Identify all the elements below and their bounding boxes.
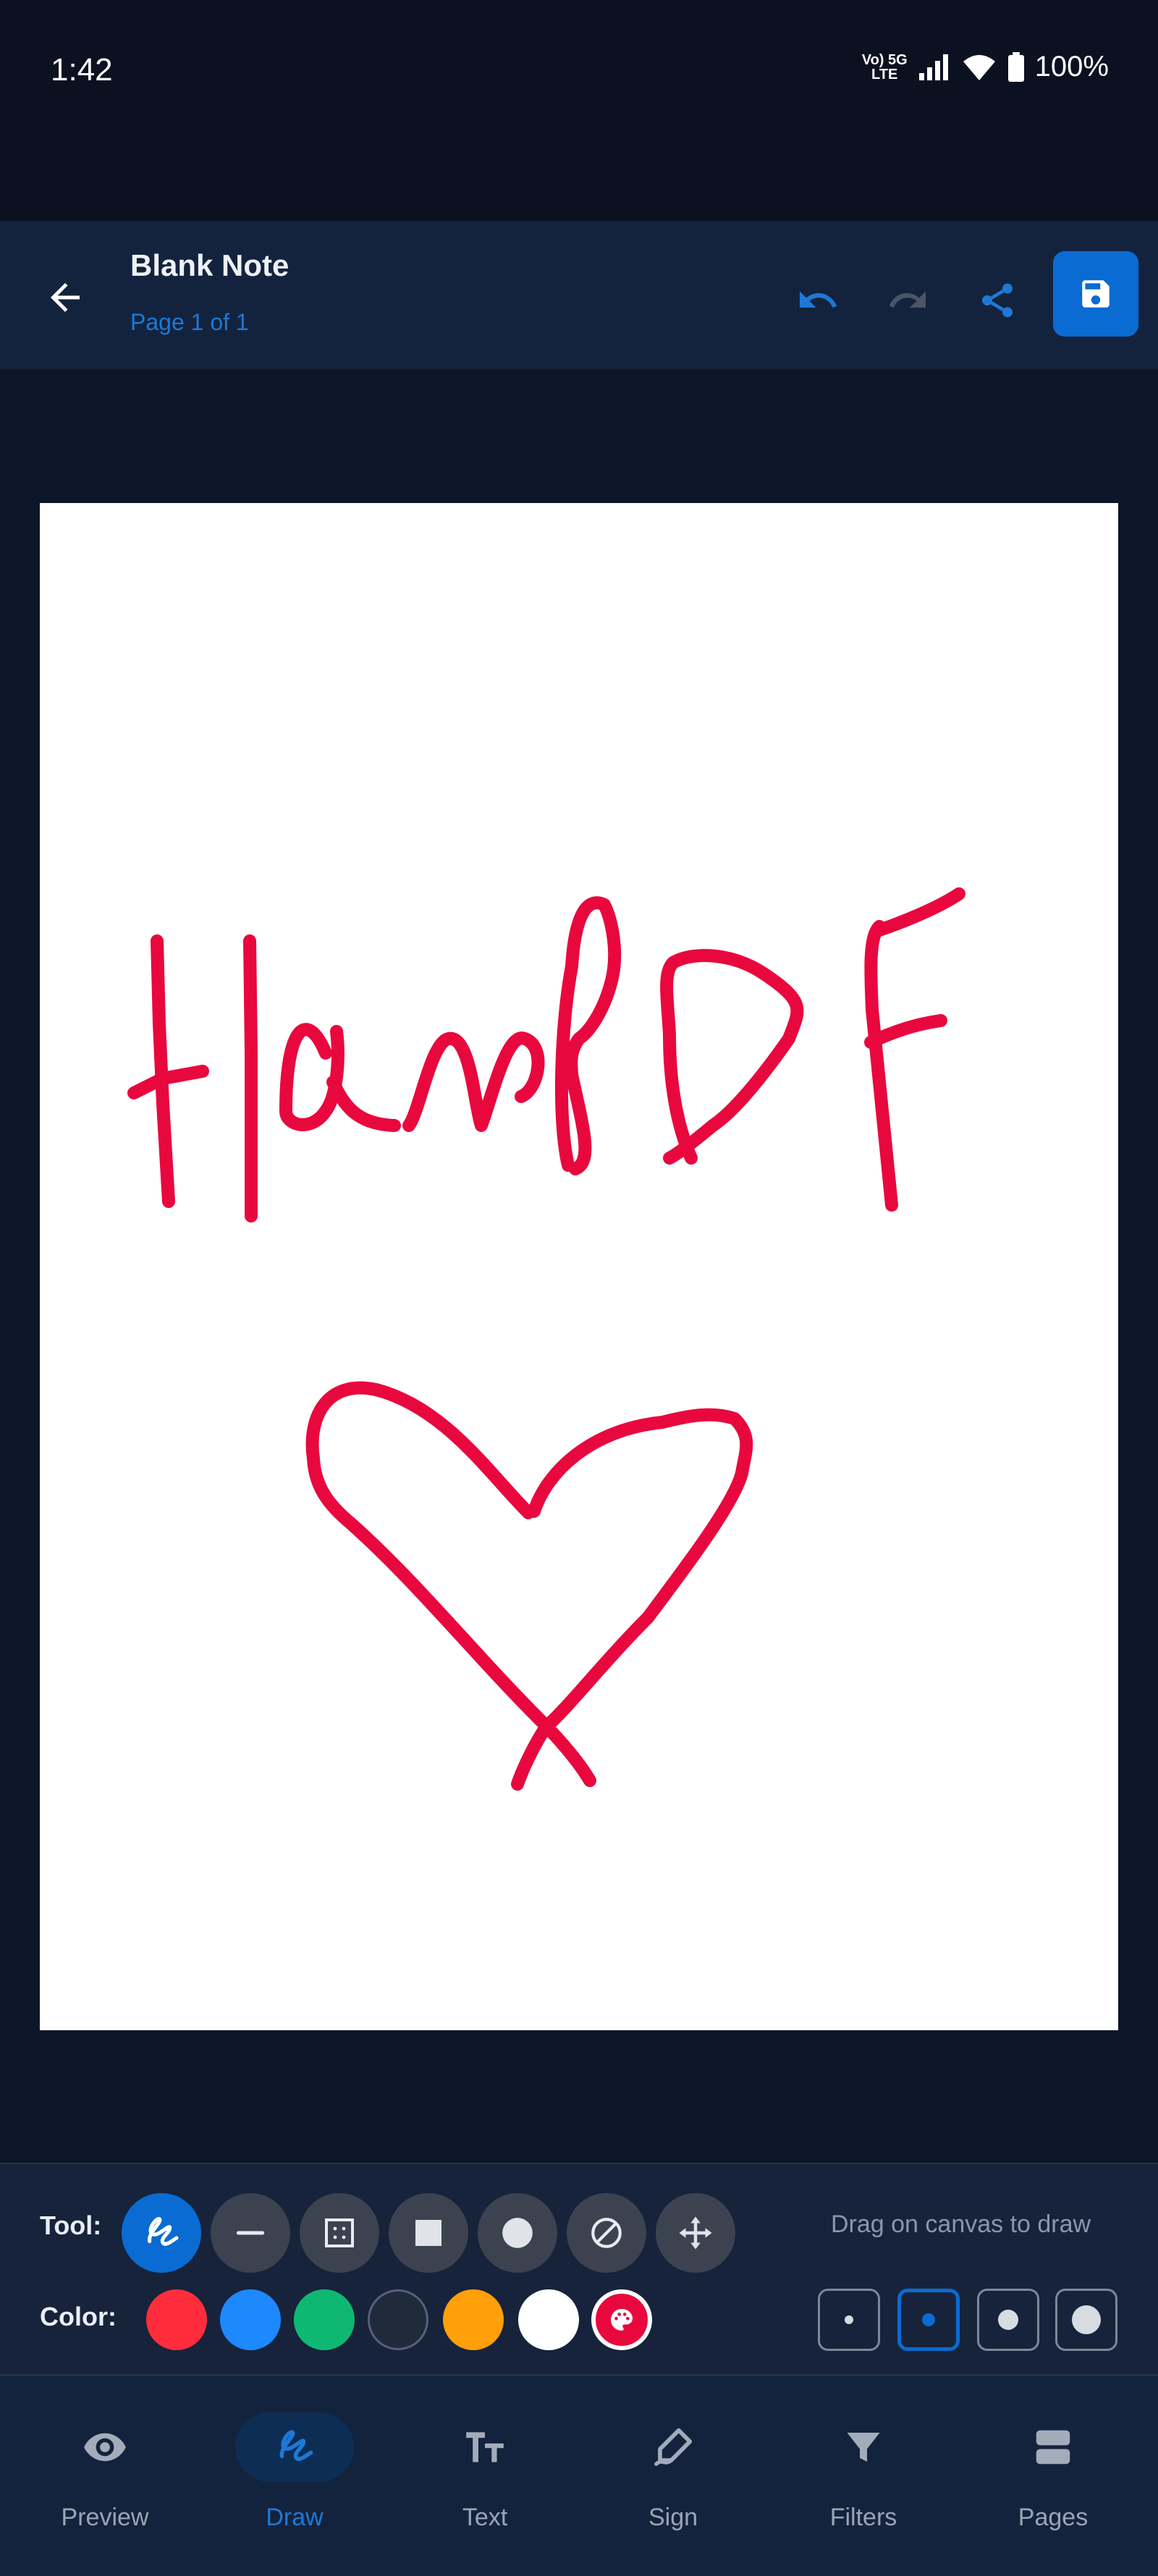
size-dot [922, 2313, 935, 2326]
rectangle-icon [415, 2220, 441, 2246]
pages-icon [1036, 2430, 1070, 2465]
eye-icon [84, 2433, 126, 2462]
eraser-tool-button[interactable] [567, 2193, 646, 2273]
stroke-size-small[interactable] [818, 2289, 880, 2351]
save-button[interactable] [1053, 251, 1138, 337]
nav-text[interactable]: Text [405, 2412, 565, 2557]
network-indicator: Vo) 5G LTE [861, 51, 908, 83]
nav-label: Pages [1018, 2504, 1089, 2531]
undo-icon [800, 291, 837, 308]
nav-filters[interactable]: Filters [784, 2412, 943, 2557]
battery-icon [1007, 51, 1024, 82]
select-icon [325, 2218, 354, 2247]
status-bar: 1:42 Vo) 5G LTE 100% [0, 0, 1158, 221]
tool-label: Tool: [40, 2210, 102, 2240]
freehand-icon [148, 2216, 179, 2246]
circle-icon [502, 2218, 533, 2248]
redo-button[interactable] [880, 273, 935, 328]
status-time: 1:42 [51, 52, 113, 88]
undo-button[interactable] [790, 273, 845, 328]
move-tool-button[interactable] [656, 2193, 735, 2273]
circle-tool-button[interactable] [478, 2193, 557, 2273]
rectangle-tool-button[interactable] [389, 2193, 468, 2273]
nav-label: Sign [648, 2504, 698, 2531]
select-tool-button[interactable] [300, 2193, 379, 2273]
stroke-size-xlarge[interactable] [1055, 2289, 1117, 2351]
redo-icon [889, 291, 926, 308]
note-title: Blank Note [130, 248, 290, 282]
color-swatch[interactable] [220, 2289, 281, 2350]
page-indicator: Page 1 of 1 [130, 309, 249, 335]
nav-label: Preview [61, 2504, 149, 2531]
nav-preview[interactable]: Preview [25, 2412, 185, 2557]
share-icon [982, 283, 1013, 318]
drawing-strokes [127, 887, 965, 1791]
eraser-icon [591, 2218, 622, 2248]
nav-pages[interactable]: Pages [973, 2412, 1133, 2557]
arrow-left-icon [51, 283, 80, 312]
move-icon [679, 2216, 712, 2250]
tool-panel: Tool: Drag on canvas to draw Color: [0, 2163, 1158, 2376]
color-swatch[interactable] [146, 2289, 207, 2350]
size-dot [845, 2315, 853, 2324]
drawing-canvas[interactable] [40, 503, 1118, 2030]
nav-label: Text [462, 2504, 508, 2531]
status-icons: Vo) 5G LTE 100% [862, 51, 1109, 83]
size-dot [1072, 2305, 1101, 2334]
palette-icon [611, 2309, 633, 2331]
sign-icon [654, 2428, 693, 2466]
signal-icon [918, 54, 948, 80]
size-dot [998, 2310, 1018, 2330]
nav-label: Filters [829, 2504, 897, 2531]
app-header: Blank Note Page 1 of 1 [0, 221, 1158, 369]
bottom-navigation: Preview Draw Text Sign Filters Pages [0, 2374, 1158, 2576]
save-icon [1082, 280, 1110, 308]
freehand-tool-button[interactable] [122, 2193, 201, 2273]
nav-label: Draw [266, 2504, 324, 2531]
wifi-icon [963, 54, 995, 80]
draw-icon [279, 2430, 313, 2462]
stroke-size-medium[interactable] [897, 2289, 960, 2351]
line-icon [236, 2231, 265, 2235]
color-label: Color: [40, 2302, 117, 2331]
back-button[interactable] [38, 270, 93, 325]
custom-color-button[interactable] [591, 2289, 652, 2350]
text-icon [466, 2432, 504, 2462]
color-swatch[interactable] [368, 2289, 428, 2350]
color-swatch[interactable] [294, 2289, 355, 2350]
nav-sign[interactable]: Sign [593, 2412, 753, 2557]
canvas-area [0, 369, 1158, 2163]
tool-hint: Drag on canvas to draw [831, 2210, 1091, 2238]
stroke-size-large[interactable] [977, 2289, 1039, 2351]
filter-icon [847, 2433, 880, 2462]
line-tool-button[interactable] [211, 2193, 290, 2273]
battery-percent: 100% [1034, 51, 1109, 83]
share-button[interactable] [970, 273, 1025, 328]
nav-draw[interactable]: Draw [215, 2412, 374, 2557]
color-swatch[interactable] [518, 2289, 579, 2350]
color-swatch[interactable] [443, 2289, 504, 2350]
